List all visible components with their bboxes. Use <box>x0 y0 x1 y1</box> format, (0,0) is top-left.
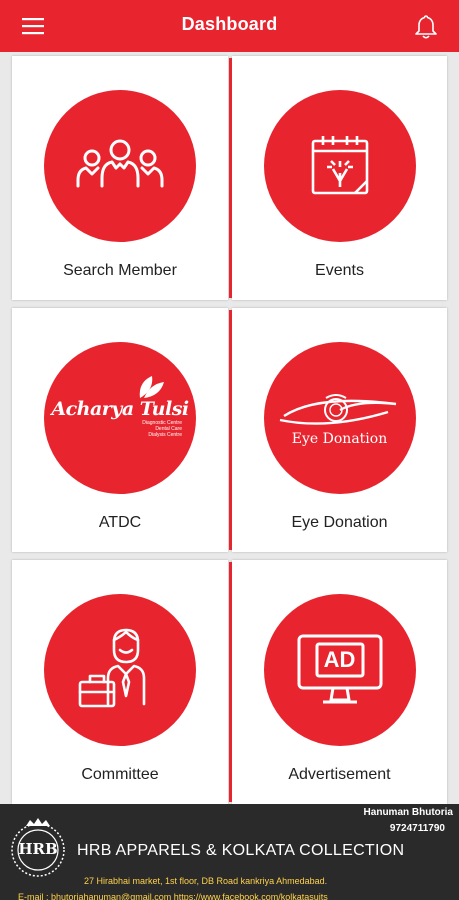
bell-icon <box>415 15 437 39</box>
tile-icon-circle: AD <box>263 594 416 746</box>
tile-icon-circle <box>44 594 196 746</box>
ad-monitor-icon: AD <box>295 632 385 708</box>
logo-subtitle: Dialysis Centre <box>148 432 182 438</box>
sponsor-banner[interactable]: HRB Hanuman Bhutoria 9724711790 HRB APPA… <box>0 804 459 900</box>
tile-atdc[interactable]: Acharya Tulsi Diagnostic Centre Dental C… <box>12 308 228 552</box>
company-contact: E-mail : bhutoriahanuman@gmail.com https… <box>18 892 328 900</box>
calendar-fireworks-icon <box>311 136 368 195</box>
tile-icon-circle <box>44 90 196 242</box>
contact-person: Hanuman Bhutoria <box>363 807 453 818</box>
notifications-button[interactable] <box>411 12 441 42</box>
tile-search-member[interactable]: Search Member <box>12 56 228 300</box>
dashboard-grid: Search Member Events Acharya Tulsi Diagn… <box>0 52 459 804</box>
tile-events[interactable]: Events <box>232 56 447 300</box>
tile-icon-circle <box>263 90 416 242</box>
column-divider <box>229 58 232 298</box>
tile-label: Eye Donation <box>291 514 388 531</box>
leaf-icon <box>139 376 164 398</box>
logo-text: HRB <box>18 840 58 858</box>
company-name: HRB APPARELS & KOLKATA COLLECTION <box>77 842 405 859</box>
eye-donation-logo: Eye Donation <box>275 390 405 447</box>
tile-committee[interactable]: Committee <box>12 560 228 804</box>
acharya-tulsi-logo: Acharya Tulsi Diagnostic Centre Dental C… <box>50 376 190 438</box>
app-bar: Dashboard <box>0 0 459 52</box>
tile-icon-circle: Eye Donation <box>263 342 416 494</box>
users-group-icon <box>76 139 164 188</box>
eye-icon <box>279 393 396 425</box>
logo-title: Eye Donation <box>291 430 388 447</box>
contact-phone: 9724711790 <box>389 823 445 834</box>
page-title: Dashboard <box>181 14 278 34</box>
ad-text: AD <box>323 647 356 672</box>
tile-label: ATDC <box>98 514 142 531</box>
businessman-briefcase-icon <box>78 628 146 708</box>
column-divider <box>229 562 232 802</box>
tile-label: Committee <box>81 766 159 783</box>
company-address: 27 Hirabhai market, 1st floor, DB Road k… <box>84 876 328 886</box>
column-divider <box>229 310 232 550</box>
hrb-logo: HRB <box>8 818 68 880</box>
tile-label: Search Member <box>63 262 177 279</box>
logo-title: Acharya Tulsi <box>51 398 189 420</box>
tile-icon-circle: Acharya Tulsi Diagnostic Centre Dental C… <box>44 342 196 494</box>
tile-eye-donation[interactable]: Eye Donation Eye Donation <box>232 308 447 552</box>
tile-label: Advertisement <box>288 766 391 783</box>
tile-label: Events <box>315 262 364 279</box>
tile-advertisement[interactable]: AD Advertisement <box>232 560 447 804</box>
